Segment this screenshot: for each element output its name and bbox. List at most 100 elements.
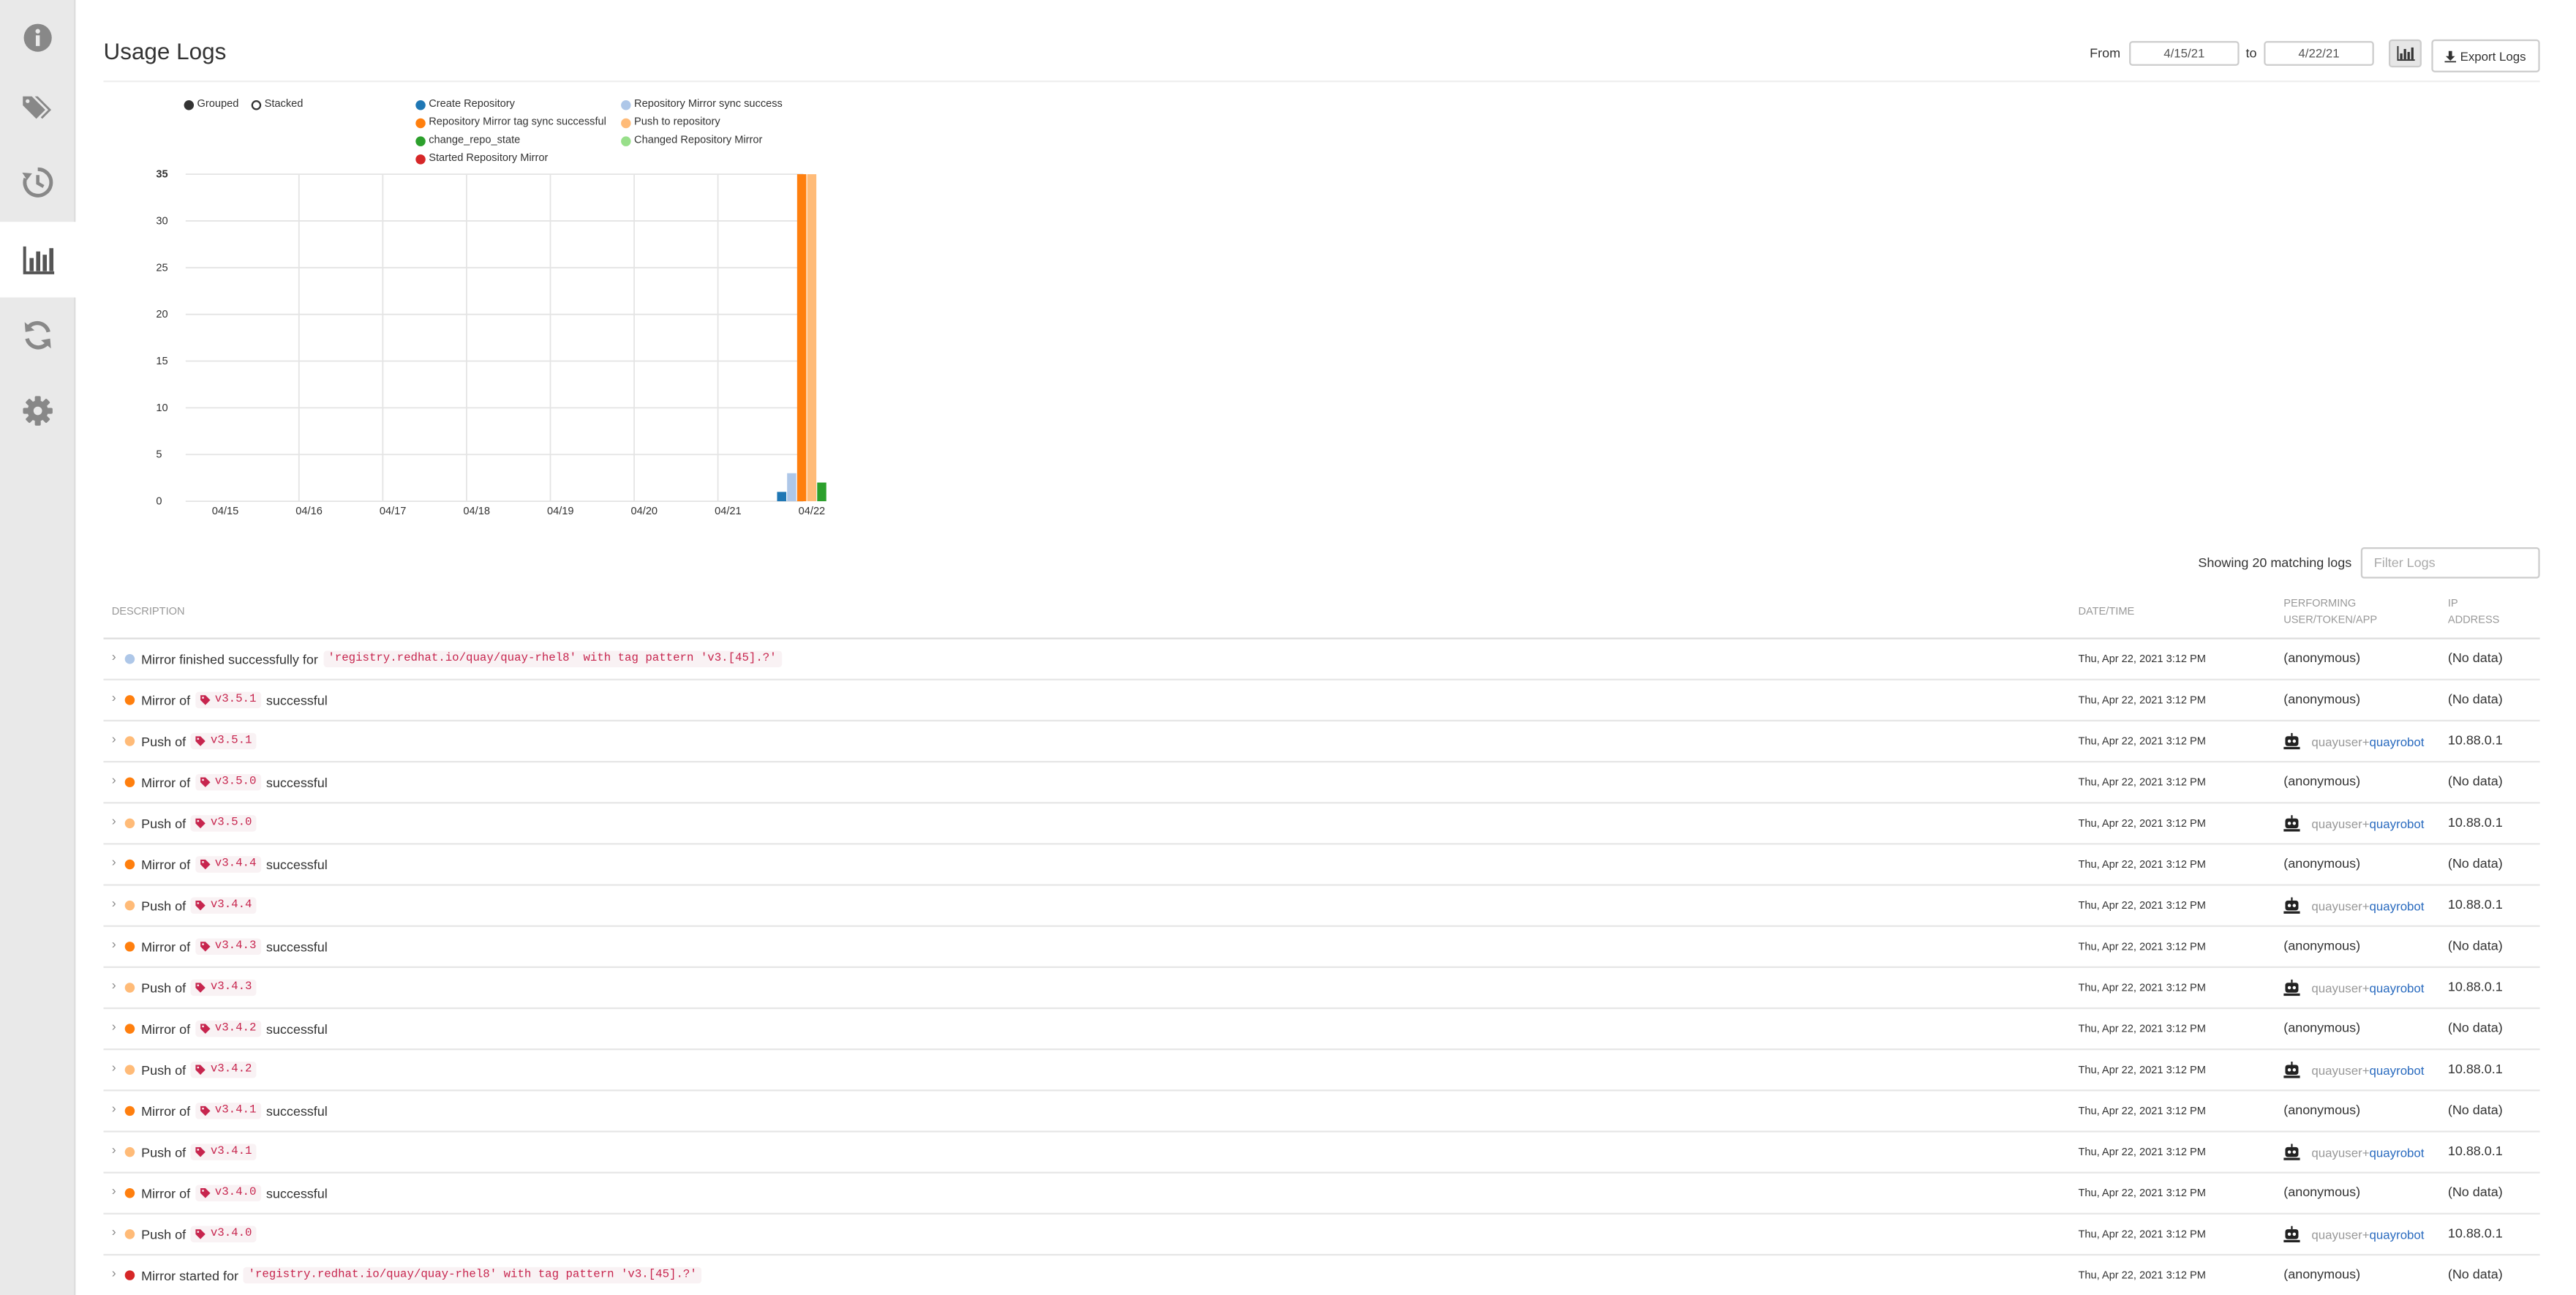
- table-row[interactable]: › Push of v3.4.4 Thu, Apr 22, 2021 3:12 PM q…: [103, 886, 2540, 927]
- sidebar-item-info[interactable]: [0, 0, 75, 75]
- table-row[interactable]: › Mirror of v3.5.0 successful Thu, Apr 22, 2…: [103, 762, 2540, 804]
- robot-account-link[interactable]: quayrobot: [2370, 816, 2425, 830]
- robot-icon: [2283, 1144, 2300, 1160]
- expand-chevron-icon[interactable]: ›: [112, 1142, 116, 1157]
- column-header-description[interactable]: Description: [112, 605, 185, 621]
- log-description-text: Push of: [141, 980, 187, 996]
- tag-chip[interactable]: v3.5.1: [190, 732, 257, 750]
- tag-chip[interactable]: v3.4.2: [190, 1062, 257, 1078]
- ip-address: (No data): [2447, 1185, 2503, 1200]
- log-description: Mirror of v3.4.1 successful: [141, 1103, 328, 1119]
- robot-account-link[interactable]: quayrobot: [2370, 1227, 2425, 1242]
- tag-name: v3.4.0: [214, 1186, 257, 1200]
- sidebar-item-usage-logs[interactable]: [0, 222, 78, 298]
- column-header-ip-line2: Address: [2447, 615, 2500, 626]
- sidebar-item-settings[interactable]: [0, 373, 75, 448]
- table-row[interactable]: › Push of v3.4.1 Thu, Apr 22, 2021 3:12 PM q…: [103, 1133, 2540, 1174]
- column-header-ip-line1: IP: [2447, 598, 2458, 610]
- toggle-chart-button[interactable]: [2388, 39, 2422, 68]
- robot-icon: [2283, 1062, 2300, 1078]
- tag-icon: [195, 900, 206, 911]
- tag-chip[interactable]: v3.4.1: [190, 1144, 257, 1160]
- tag-chip[interactable]: v3.4.1: [195, 1103, 262, 1119]
- robot-account-link[interactable]: quayrobot: [2370, 734, 2425, 748]
- tag-name: v3.4.2: [210, 1063, 252, 1077]
- table-row[interactable]: › Mirror of v3.4.1 successful Thu, Apr 22, 2…: [103, 1091, 2540, 1133]
- tag-chip[interactable]: v3.4.0: [195, 1185, 262, 1201]
- table-row[interactable]: › Push of v3.5.0 Thu, Apr 22, 2021 3:12 PM q…: [103, 803, 2540, 845]
- log-description-suffix: successful: [265, 692, 328, 707]
- robot-account-link[interactable]: quayrobot: [2370, 1144, 2425, 1159]
- table-row[interactable]: › Push of v3.5.1 Thu, Apr 22, 2021 3:12 PM q…: [103, 721, 2540, 763]
- robot-account-link[interactable]: quayrobot: [2370, 898, 2425, 913]
- sidebar-item-mirroring[interactable]: [0, 298, 75, 373]
- column-header-performing[interactable]: Performing User/Token/App: [2283, 596, 2377, 629]
- expand-chevron-icon[interactable]: ›: [112, 1224, 116, 1239]
- expand-chevron-icon[interactable]: ›: [112, 732, 116, 746]
- tag-chip[interactable]: v3.5.0: [190, 815, 257, 832]
- filter-logs-input[interactable]: [2360, 547, 2540, 579]
- expand-chevron-icon[interactable]: ›: [112, 773, 116, 787]
- log-description-text: Mirror of: [141, 1021, 191, 1037]
- log-description-text: Mirror of: [141, 1185, 191, 1201]
- tag-chip[interactable]: v3.4.4: [195, 856, 262, 873]
- ip-address: (No data): [2447, 938, 2503, 953]
- tag-name: v3.5.0: [210, 817, 252, 830]
- table-row[interactable]: › Push of v3.4.0 Thu, Apr 22, 2021 3:12 PM q…: [103, 1215, 2540, 1256]
- robot-namespace: quayuser+: [2311, 1144, 2370, 1160]
- log-description: Mirror of v3.5.1 successful: [141, 691, 328, 709]
- table-row[interactable]: › Push of v3.4.2 Thu, Apr 22, 2021 3:12 PM q…: [103, 1050, 2540, 1092]
- expand-chevron-icon[interactable]: ›: [112, 1266, 116, 1280]
- expand-chevron-icon[interactable]: ›: [112, 1019, 116, 1034]
- tag-chip[interactable]: v3.4.4: [190, 897, 257, 914]
- table-row[interactable]: › Mirror of v3.4.2 successful Thu, Apr 22, 2…: [103, 1009, 2540, 1051]
- y-tick-label: 15: [156, 356, 167, 367]
- column-header-ip[interactable]: IP Address: [2448, 596, 2500, 629]
- log-datetime: Thu, Apr 22, 2021 3:12 PM: [2078, 1024, 2206, 1036]
- expand-chevron-icon[interactable]: ›: [112, 855, 116, 869]
- expand-chevron-icon[interactable]: ›: [112, 1101, 116, 1116]
- expand-chevron-icon[interactable]: ›: [112, 936, 116, 951]
- log-kind-dot: [124, 942, 135, 952]
- bar: [807, 174, 817, 502]
- tag-name: v3.5.1: [210, 735, 252, 748]
- table-row[interactable]: › Mirror of v3.4.3 successful Thu, Apr 22, 2…: [103, 927, 2540, 969]
- log-description-suffix: successful: [265, 775, 328, 790]
- tags-icon: [23, 96, 52, 119]
- tag-name: v3.4.4: [214, 857, 257, 871]
- table-row[interactable]: › Mirror of v3.4.4 successful Thu, Apr 22, 2…: [103, 845, 2540, 886]
- from-date-input[interactable]: 4/15/21: [2129, 41, 2240, 66]
- tag-chip[interactable]: v3.4.0: [190, 1225, 257, 1243]
- table-row[interactable]: › Mirror finished successfully for 'regist…: [103, 639, 2540, 680]
- table-row[interactable]: › Mirror of v3.4.0 successful Thu, Apr 22, 2…: [103, 1174, 2540, 1215]
- expand-chevron-icon[interactable]: ›: [112, 896, 116, 910]
- sidebar-item-history[interactable]: [0, 145, 75, 220]
- ip-address: (No data): [2447, 1266, 2503, 1283]
- expand-chevron-icon[interactable]: ›: [112, 690, 116, 705]
- y-tick-label: 20: [156, 309, 167, 320]
- log-kind-dot: [124, 1024, 135, 1034]
- tag-chip[interactable]: v3.4.3: [190, 979, 257, 996]
- to-date-input[interactable]: 4/22/21: [2264, 41, 2374, 66]
- tag-name: v3.4.2: [214, 1022, 257, 1036]
- expand-chevron-icon[interactable]: ›: [112, 649, 116, 664]
- expand-chevron-icon[interactable]: ›: [112, 814, 116, 828]
- column-header-datetime[interactable]: Date/Time: [2078, 605, 2134, 621]
- table-row[interactable]: › Mirror of v3.5.1 successful Thu, Apr 22, 2…: [103, 680, 2540, 722]
- expand-chevron-icon[interactable]: ›: [112, 977, 116, 992]
- robot-account-link[interactable]: quayrobot: [2370, 980, 2425, 995]
- expand-chevron-icon[interactable]: ›: [112, 1060, 116, 1075]
- log-description: Mirror started for 'registry.redhat.io/qu…: [141, 1266, 707, 1284]
- tag-chip[interactable]: v3.4.3: [195, 938, 262, 956]
- export-logs-button[interactable]: Export Logs: [2431, 39, 2540, 72]
- performer: (anonymous): [2283, 773, 2361, 789]
- robot-account-link[interactable]: quayrobot: [2370, 1062, 2425, 1077]
- table-row[interactable]: › Mirror started for 'registry.redhat.io/q…: [104, 1255, 2540, 1295]
- expand-chevron-icon[interactable]: ›: [112, 1183, 116, 1198]
- table-row[interactable]: › Push of v3.4.3 Thu, Apr 22, 2021 3:12 PM q…: [103, 968, 2540, 1010]
- tag-chip[interactable]: v3.4.2: [195, 1020, 262, 1037]
- tag-chip[interactable]: v3.5.0: [195, 773, 262, 791]
- sidebar-item-tags[interactable]: [0, 69, 75, 144]
- log-kind-dot: [124, 1065, 135, 1076]
- tag-chip[interactable]: v3.5.1: [195, 691, 262, 709]
